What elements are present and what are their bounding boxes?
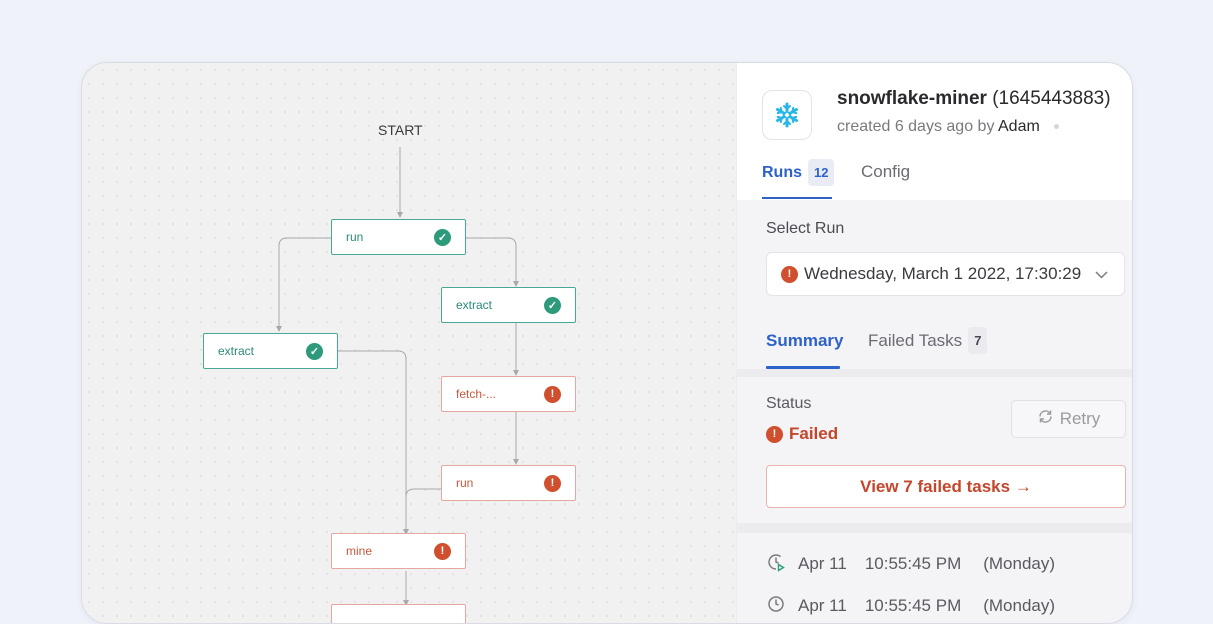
task-node-run[interactable]: run ✓	[331, 219, 466, 255]
pipeline-title: snowflake-miner (1645443883)	[837, 88, 1111, 110]
pipeline-id: (1645443883)	[992, 88, 1111, 109]
selected-run-value: Wednesday, March 1 2022, 17:30:29	[804, 264, 1082, 283]
exclamation-circle-icon: !	[544, 385, 561, 403]
task-node-extract[interactable]: extract ✓	[441, 287, 576, 323]
select-run-label: Select Run	[766, 220, 845, 237]
created-text: created 6 days ago by	[837, 118, 995, 135]
status-value: ! Failed	[766, 424, 838, 444]
task-node-label: run	[456, 476, 474, 490]
separator-dot	[1054, 124, 1060, 130]
task-node-partial[interactable]	[331, 604, 466, 623]
task-node-mine[interactable]: mine !	[331, 533, 466, 569]
task-node-fetch[interactable]: fetch-... !	[441, 376, 576, 412]
view-failed-tasks-button[interactable]: View 7 failed tasks →	[766, 465, 1126, 508]
task-node-label: fetch-...	[456, 387, 497, 401]
dag-canvas[interactable]: START run ✓ extract ✓ extract ✓ fetch-..…	[82, 63, 736, 623]
panel-header: snowflake-miner (1645443883) created 6 d…	[737, 63, 1132, 200]
event-day: (Monday)	[983, 596, 1056, 615]
event-row: Apr 11 10:55:45 PM (Monday)	[766, 552, 1055, 576]
task-node-label: extract	[218, 344, 255, 358]
exclamation-circle-icon: !	[544, 474, 561, 492]
event-row: Apr 11 10:55:45 PM (Monday)	[766, 594, 1055, 618]
retry-button[interactable]: Retry	[1011, 400, 1126, 438]
tab-runs-label: Runs	[762, 163, 802, 181]
task-node-run[interactable]: run !	[441, 465, 576, 501]
snowflake-icon	[762, 90, 812, 140]
tab-config[interactable]: Config	[861, 162, 910, 182]
event-date: Apr 11	[798, 554, 847, 573]
task-node-extract[interactable]: extract ✓	[203, 333, 338, 369]
event-time: 10:55:45 PM	[864, 596, 962, 615]
created-by[interactable]: Adam	[998, 118, 1040, 135]
details-panel: snowflake-miner (1645443883) created 6 d…	[736, 63, 1132, 623]
refresh-icon	[1037, 408, 1054, 430]
tab-runs[interactable]: Runs 12	[762, 159, 835, 186]
exclamation-circle-icon: !	[434, 542, 451, 560]
tab-failed-tasks-label: Failed Tasks	[868, 330, 963, 350]
task-node-label: mine	[346, 544, 373, 558]
event-time: 10:55:45 PM	[864, 554, 962, 573]
task-node-label: extract	[456, 298, 493, 312]
event-date: Apr 11	[798, 596, 847, 615]
pipeline-name: snowflake-miner	[837, 88, 987, 109]
check-circle-icon: ✓	[544, 296, 561, 314]
start-label: START	[378, 122, 423, 138]
pipeline-subtitle: created 6 days ago by Adam	[837, 118, 1060, 136]
exclamation-circle-icon: !	[766, 425, 783, 443]
tab-summary[interactable]: Summary	[766, 331, 843, 351]
task-node-label: run	[346, 230, 364, 244]
status-text: Failed	[789, 424, 839, 443]
event-day: (Monday)	[983, 554, 1056, 573]
exclamation-circle-icon: !	[781, 265, 798, 283]
tab-failed-tasks[interactable]: Failed Tasks 7	[868, 327, 988, 354]
clock-icon	[766, 594, 786, 619]
retry-label: Retry	[1059, 409, 1101, 428]
section-divider	[737, 369, 1132, 377]
chevron-down-icon	[1095, 267, 1108, 282]
check-circle-icon: ✓	[306, 342, 323, 360]
app-window: START run ✓ extract ✓ extract ✓ fetch-..…	[81, 62, 1133, 624]
run-select[interactable]: ! Wednesday, March 1 2022, 17:30:29	[766, 252, 1125, 296]
failed-count-badge: 7	[968, 327, 988, 354]
active-tab-indicator	[762, 197, 832, 199]
check-circle-icon: ✓	[434, 228, 451, 246]
runs-count-badge: 12	[808, 159, 835, 186]
clock-play-icon	[766, 552, 786, 577]
section-divider	[737, 523, 1132, 533]
status-label: Status	[766, 395, 812, 412]
